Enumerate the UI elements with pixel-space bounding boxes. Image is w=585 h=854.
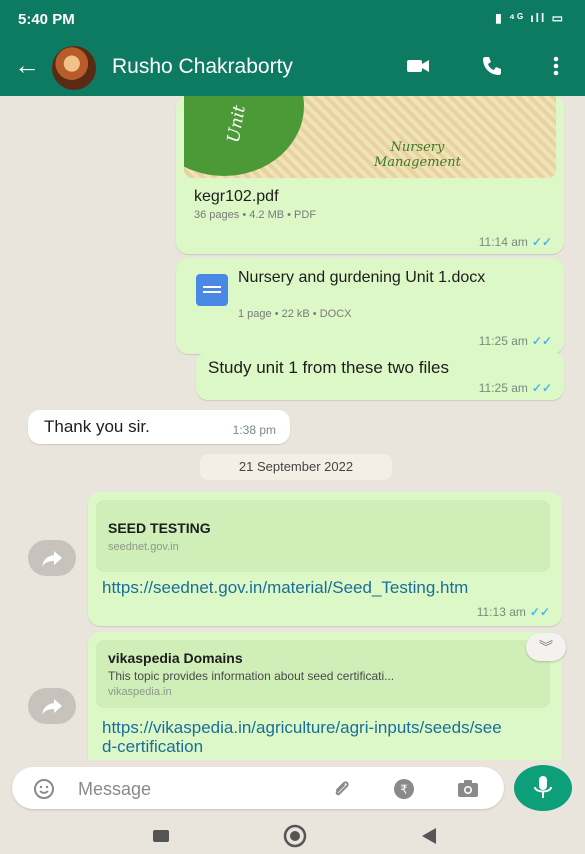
chat-header: ← Rusho Chakraborty [0, 38, 585, 96]
thumbnail-title-text: Nursery Management [374, 140, 461, 170]
link-preview-description: This topic provides information about se… [108, 669, 395, 683]
link-preview-site: vikaspedia.in [108, 686, 172, 698]
forward-button[interactable] [28, 688, 76, 724]
docx-file-meta: 1 page • 22 kB • DOCX [238, 308, 352, 320]
link-preview-title: SEED TESTING [108, 520, 211, 536]
forward-icon [42, 551, 62, 567]
link-preview-site: seednet.gov.in [108, 541, 179, 553]
status-icons: ▮ ⁴ᴳ ıll ▭ [495, 11, 565, 25]
message-time: 11:25 am ✓✓ [478, 334, 552, 348]
emoji-icon[interactable] [32, 777, 56, 801]
attach-icon[interactable] [330, 777, 354, 801]
link-preview[interactable]: SEED TESTING seednet.gov.in [96, 500, 550, 572]
read-ticks-icon: ✓✓ [529, 605, 550, 619]
pdf-file-name: kegr102.pdf [194, 188, 279, 205]
message-time: 1:38 pm [232, 423, 276, 437]
message-time: 11:13 am ✓✓ [476, 605, 550, 619]
status-time: 5:40 PM [18, 11, 75, 28]
link-url[interactable]: https://seednet.gov.in/material/Seed_Tes… [102, 578, 522, 597]
thanks-message[interactable]: Thank you sir. 1:38 pm [28, 410, 290, 444]
more-options-icon[interactable] [542, 52, 570, 80]
svg-text:₹: ₹ [400, 783, 408, 797]
link-url[interactable]: https://vikaspedia.in/agriculture/agri-i… [102, 718, 502, 756]
forward-button[interactable] [28, 540, 76, 576]
docx-message[interactable]: Nursery and gurdening Unit 1.docx 1 page… [176, 258, 564, 354]
recent-apps-icon[interactable] [150, 825, 172, 847]
home-icon[interactable] [282, 823, 308, 849]
message-time: 11:14 am ✓✓ [478, 235, 552, 249]
read-ticks-icon: ✓✓ [531, 381, 552, 395]
message-time: 11:25 am ✓✓ [478, 381, 552, 395]
pdf-file-meta: 36 pages • 4.2 MB • PDF [194, 209, 317, 221]
date-chip: 21 September 2022 [200, 454, 392, 480]
message-text: Thank you sir. [44, 417, 150, 436]
message-text: Study unit 1 from these two files [208, 358, 449, 377]
back-nav-icon[interactable] [418, 825, 440, 847]
voice-record-button[interactable] [514, 765, 572, 811]
chat-area[interactable]: Unit Nursery Management kegr102.pdf 36 p… [0, 96, 585, 760]
link-preview-title: vikaspedia Domains [108, 650, 243, 666]
microphone-icon [534, 776, 552, 798]
status-bar: 5:40 PM ▮ ⁴ᴳ ıll ▭ [0, 0, 585, 38]
system-nav-bar [0, 818, 585, 854]
contact-avatar[interactable] [52, 46, 96, 90]
camera-icon[interactable] [456, 777, 480, 801]
pdf-message[interactable]: Unit Nursery Management kegr102.pdf 36 p… [176, 96, 564, 254]
read-ticks-icon: ✓✓ [531, 334, 552, 348]
payment-icon[interactable]: ₹ [392, 777, 416, 801]
read-ticks-icon: ✓✓ [531, 235, 552, 249]
study-message[interactable]: Study unit 1 from these two files 11:25 … [196, 352, 564, 400]
voice-call-icon[interactable] [478, 52, 506, 80]
forward-icon [42, 699, 62, 715]
video-call-icon[interactable] [404, 52, 432, 80]
message-input[interactable]: Message [78, 779, 151, 800]
docx-file-name: Nursery and gurdening Unit 1.docx [238, 269, 486, 286]
contact-name[interactable]: Rusho Chakraborty [112, 55, 293, 79]
link-message-vikaspedia[interactable]: vikaspedia Domains This topic provides i… [88, 632, 562, 760]
back-arrow-icon[interactable]: ← [14, 50, 40, 81]
document-icon [196, 274, 228, 306]
scroll-down-button[interactable]: ︾ [526, 633, 566, 661]
double-chevron-down-icon: ︾ [539, 639, 553, 655]
link-message-seednet[interactable]: SEED TESTING seednet.gov.in https://seed… [88, 492, 562, 626]
link-preview[interactable]: vikaspedia Domains This topic provides i… [96, 640, 550, 708]
pdf-thumbnail[interactable]: Unit Nursery Management [184, 96, 556, 178]
message-composer[interactable]: Message ₹ [12, 767, 504, 809]
